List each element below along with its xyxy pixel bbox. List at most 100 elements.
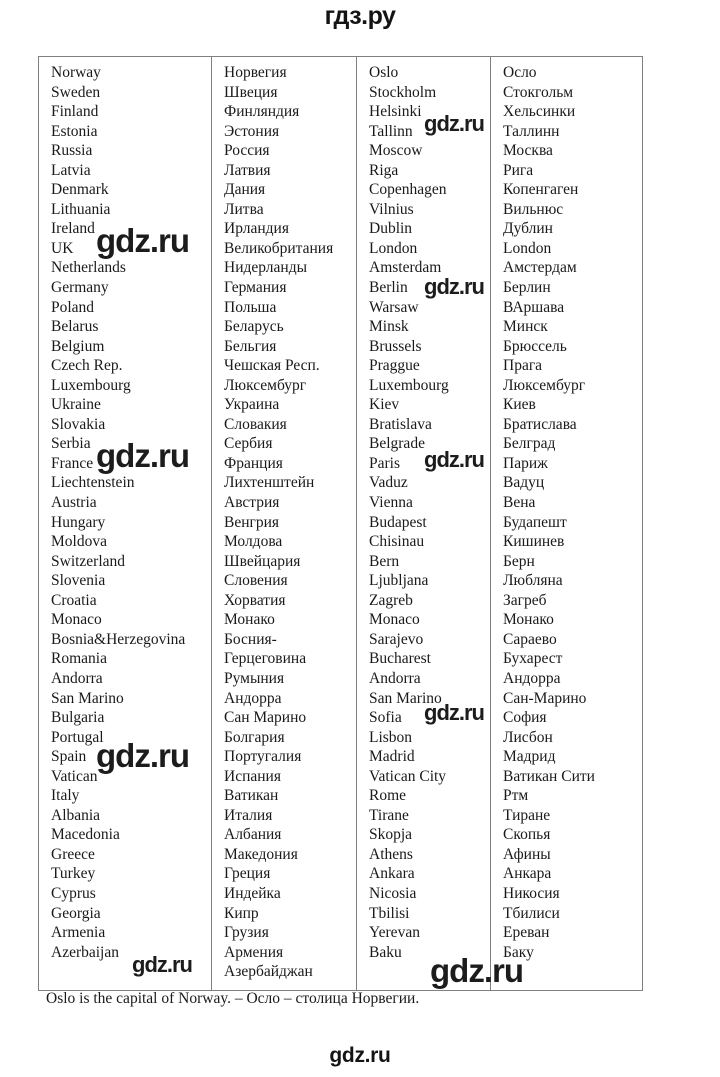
- list-item: Беларусь: [224, 318, 284, 336]
- list-item: Берн: [503, 552, 535, 570]
- list-item: Bratislava: [369, 415, 432, 433]
- table-cell-capitals-english: Oslo Stockholm Helsinki Tallinn Moscow Riga Co…: [356, 56, 491, 991]
- list-item: Minsk: [369, 318, 409, 336]
- list-countries-english: Norway Sweden Finland Estonia Russia Latvia De…: [51, 63, 211, 962]
- list-item: Эстония: [224, 122, 280, 140]
- list-item: Sofia: [369, 709, 402, 727]
- list-item: Сан-Марино: [503, 689, 587, 707]
- list-item: Никосия: [503, 884, 560, 902]
- list-item: Sarajevo: [369, 630, 424, 648]
- table-cell-countries-english: Norway Sweden Finland Estonia Russia Latvia De…: [38, 56, 212, 991]
- list-item: Швеция: [224, 83, 278, 101]
- list-countries-russian: Норвегия Швеция Финляндия Эстония Россия Латв…: [224, 63, 356, 982]
- list-item: Венгрия: [224, 513, 280, 531]
- list-item: Ереван: [503, 924, 550, 942]
- list-item: Баку: [503, 943, 534, 961]
- list-item: Oslo: [369, 64, 399, 81]
- list-item: Lithuania: [51, 200, 111, 218]
- list-item: Копенгаген: [503, 181, 579, 199]
- list-item: Budapest: [369, 513, 427, 531]
- list-item: Вена: [503, 494, 536, 512]
- list-item: Madrid: [369, 748, 415, 766]
- list-item: Литва: [224, 200, 264, 218]
- list-item: Luxembourg: [369, 376, 449, 394]
- list-item: Switzerland: [51, 552, 126, 570]
- list-item: Ирландия: [224, 220, 289, 238]
- list-item: Monaco: [369, 611, 420, 629]
- list-item: Liechtenstein: [51, 474, 135, 492]
- list-item: Tirane: [369, 806, 409, 824]
- list-item: Vaduz: [369, 474, 408, 492]
- list-item: Прага: [503, 357, 543, 375]
- list-capitals-russian: Осло Стокгольм Хельсинки Таллинн Москва Рига К…: [503, 63, 642, 962]
- list-item: Москва: [503, 142, 553, 160]
- list-item: Luxembourg: [51, 376, 131, 394]
- list-item: Амстердам: [503, 259, 577, 277]
- list-item: Finland: [51, 103, 99, 121]
- list-item: Испания: [224, 767, 281, 785]
- table-cell-capitals-russian: Осло Стокгольм Хельсинки Таллинн Москва Рига К…: [490, 56, 643, 991]
- list-item: Лисбон: [503, 728, 553, 746]
- list-item: Кишинев: [503, 533, 565, 551]
- list-item: Italy: [51, 787, 80, 805]
- list-item: Швейцария: [224, 552, 301, 570]
- list-item: Belgium: [51, 337, 105, 355]
- list-item: Азербайджан: [224, 963, 313, 981]
- list-item: Ватикан: [224, 787, 279, 805]
- list-item: Сербия: [224, 435, 273, 453]
- list-item: Albania: [51, 806, 101, 824]
- list-item: Чешская Респ.: [224, 357, 320, 375]
- list-item: Tbilisi: [369, 904, 410, 922]
- list-item: Dublin: [369, 220, 413, 238]
- list-item: Vatican: [51, 767, 98, 785]
- list-item: Cyprus: [51, 884, 96, 902]
- list-item: Братислава: [503, 415, 577, 433]
- list-item: Тбилиси: [503, 904, 560, 922]
- list-item: UK: [51, 239, 74, 257]
- list-item: London: [369, 239, 418, 257]
- list-item: Vilnius: [369, 200, 414, 218]
- list-item: Норвегия: [224, 64, 287, 81]
- list-item: Brussels: [369, 337, 422, 355]
- list-item: Nicosia: [369, 884, 417, 902]
- vocabulary-table: Norway Sweden Finland Estonia Russia Latvia De…: [38, 56, 643, 991]
- list-item: Andorra: [51, 669, 103, 687]
- list-item: Люксембург: [224, 376, 307, 394]
- list-item: Slovenia: [51, 572, 106, 590]
- list-item: Андорра: [503, 669, 561, 687]
- list-item: Будапешт: [503, 513, 567, 531]
- list-item: Великобритания: [224, 239, 334, 257]
- list-item: Riga: [369, 161, 399, 179]
- list-item: Copenhagen: [369, 181, 447, 199]
- list-item: Slovakia: [51, 415, 106, 433]
- list-item: Франция: [224, 454, 283, 472]
- list-item: Киев: [503, 396, 536, 414]
- list-item: Athens: [369, 845, 413, 863]
- list-item: Загреб: [503, 591, 547, 609]
- list-item: Ртм: [503, 787, 529, 805]
- list-item: Helsinki: [369, 103, 422, 121]
- list-item: Bulgaria: [51, 709, 105, 727]
- site-logo-footer: gdz.ru: [329, 1044, 391, 1067]
- list-item: Ankara: [369, 865, 415, 883]
- list-item: Монако: [224, 611, 275, 629]
- list-item: Македония: [224, 845, 298, 863]
- list-item: Portugal: [51, 728, 104, 746]
- list-item: Вильнюс: [503, 200, 564, 218]
- list-item: Берлин: [503, 279, 551, 297]
- list-item: Greece: [51, 845, 95, 863]
- list-item: Zagreb: [369, 591, 413, 609]
- list-item: Bucharest: [369, 650, 431, 668]
- list-item: Warsaw: [369, 298, 419, 316]
- list-item: Austria: [51, 494, 97, 512]
- list-item: Тиране: [503, 806, 551, 824]
- list-item: Хорватия: [224, 591, 286, 609]
- list-item: Bern: [369, 552, 400, 570]
- list-item: Грузия: [224, 924, 269, 942]
- list-item: Армения: [224, 943, 284, 961]
- list-item: Rome: [369, 787, 407, 805]
- list-item: Skopja: [369, 826, 413, 844]
- list-item: Yerevan: [369, 924, 420, 942]
- table-row: Norway Sweden Finland Estonia Russia Latvia De…: [38, 56, 643, 991]
- list-item: Lisbon: [369, 728, 413, 746]
